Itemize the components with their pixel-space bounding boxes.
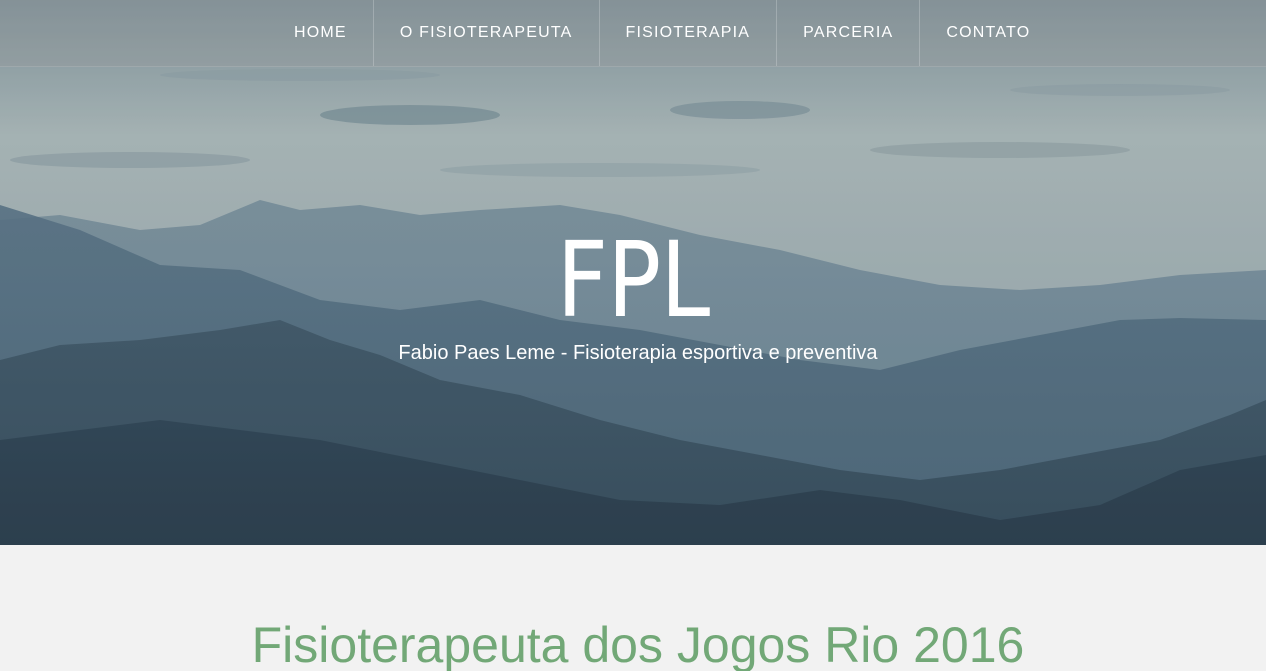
nav-item-home[interactable]: HOME (268, 0, 374, 66)
section-title: Fisioterapeuta dos Jogos Rio 2016 (251, 617, 1025, 671)
nav-menu: HOME O FISIOTERAPEUTA FISIOTERAPIA PARCE… (268, 0, 1056, 66)
site-tagline: Fabio Paes Leme - Fisioterapia esportiva… (398, 342, 878, 364)
nav-item-contato[interactable]: CONTATO (920, 0, 1056, 66)
nav-item-o-fisioterapeuta[interactable]: O FISIOTERAPEUTA (374, 0, 600, 66)
page: HOME O FISIOTERAPEUTA FISIOTERAPIA PARCE… (0, 0, 1266, 671)
nav-item-parceria[interactable]: PARCERIA (777, 0, 921, 66)
nav-item-fisioterapia[interactable]: FISIOTERAPIA (600, 0, 778, 66)
site-logo-title: FPL (556, 219, 710, 341)
hero-section: HOME O FISIOTERAPEUTA FISIOTERAPIA PARCE… (0, 0, 1266, 545)
main-navigation: HOME O FISIOTERAPEUTA FISIOTERAPIA PARCE… (0, 0, 1266, 67)
main-content: Fisioterapeuta dos Jogos Rio 2016 (0, 545, 1266, 671)
